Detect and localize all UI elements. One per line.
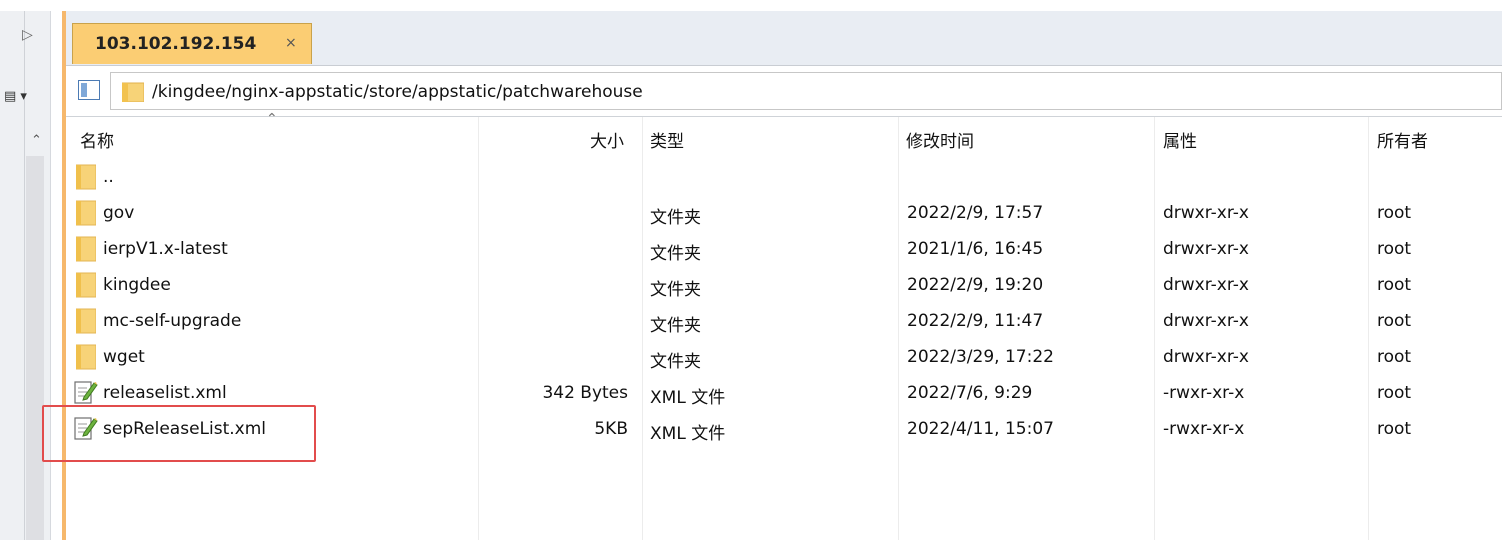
scroll-up-icon[interactable]: ⌃ — [31, 133, 42, 148]
tab-title: 103.102.192.154 — [95, 34, 257, 54]
folder-icon — [75, 200, 97, 230]
file-modified: 2022/7/6, 9:29 — [907, 383, 1033, 403]
sort-ascending-icon: ⌃ — [266, 111, 278, 127]
view-dropdown-icon[interactable]: ▤ ▾ — [4, 89, 27, 104]
file-attributes: drwxr-xr-x — [1163, 239, 1249, 259]
file-type: 文件夹 — [650, 208, 701, 228]
file-modified: 2022/2/9, 17:57 — [907, 203, 1044, 223]
path-text: /kingdee/nginx-appstatic/store/appstatic… — [152, 82, 643, 102]
file-modified: 2022/3/29, 17:22 — [907, 347, 1054, 367]
path-bar: /kingdee/nginx-appstatic/store/appstatic… — [66, 66, 1502, 117]
list-header: ⌃ 名称 大小 类型 修改时间 属性 所有者 — [66, 111, 1502, 157]
file-modified: 2022/4/11, 15:07 — [907, 419, 1054, 439]
file-owner: root — [1377, 383, 1412, 403]
file-owner: root — [1377, 203, 1412, 223]
file-attributes: drwxr-xr-x — [1163, 347, 1249, 367]
file-name: mc-self-upgrade — [103, 311, 242, 331]
file-type: 文件夹 — [650, 244, 701, 264]
file-type: 文件夹 — [650, 280, 701, 300]
highlight-box — [42, 405, 316, 462]
file-modified: 2021/1/6, 16:45 — [907, 239, 1044, 259]
file-size: 5KB — [594, 419, 628, 439]
file-attributes: -rwxr-xr-x — [1163, 383, 1245, 403]
file-name: releaselist.xml — [103, 383, 227, 403]
top-strip — [0, 0, 1502, 11]
tab-session[interactable]: 103.102.192.154 × — [72, 23, 312, 64]
file-row[interactable]: wget 文件夹 2022/3/29, 17:22 drwxr-xr-x root — [66, 340, 1502, 376]
file-attributes: drwxr-xr-x — [1163, 275, 1249, 295]
folder-icon — [75, 164, 97, 194]
column-header-attributes[interactable]: 属性 — [1163, 127, 1197, 152]
column-header-name[interactable]: 名称 — [80, 127, 114, 152]
file-attributes: -rwxr-xr-x — [1163, 419, 1245, 439]
file-name: kingdee — [103, 275, 171, 295]
file-name: wget — [103, 347, 145, 367]
folder-icon — [122, 82, 144, 102]
file-row[interactable]: .. — [66, 160, 1502, 196]
file-type: XML 文件 — [650, 388, 726, 408]
file-size: 342 Bytes — [542, 383, 628, 403]
folder-icon — [75, 236, 97, 266]
file-type: 文件夹 — [650, 352, 701, 372]
file-list: ⌃ 名称 大小 类型 修改时间 属性 所有者 .. gov 文件夹 2022/2/9,… — [66, 111, 1502, 540]
file-name: .. — [103, 167, 114, 187]
file-owner: root — [1377, 275, 1412, 295]
file-owner: root — [1377, 311, 1412, 331]
column-header-modified[interactable]: 修改时间 — [906, 127, 974, 152]
file-type: XML 文件 — [650, 424, 726, 444]
file-attributes: drwxr-xr-x — [1163, 203, 1249, 223]
file-modified: 2022/2/9, 11:47 — [907, 311, 1044, 331]
file-owner: root — [1377, 239, 1412, 259]
expand-arrow-icon[interactable]: ▷ — [22, 27, 33, 43]
folder-icon — [75, 272, 97, 302]
file-type: 文件夹 — [650, 316, 701, 336]
file-row[interactable]: ierpV1.x-latest 文件夹 2021/1/6, 16:45 drwxr-x… — [66, 232, 1502, 268]
panel-toggle-icon[interactable] — [78, 80, 100, 100]
file-attributes: drwxr-xr-x — [1163, 311, 1249, 331]
file-row[interactable]: gov 文件夹 2022/2/9, 17:57 drwxr-xr-x root — [66, 196, 1502, 232]
file-name: ierpV1.x-latest — [103, 239, 228, 259]
file-owner: root — [1377, 419, 1412, 439]
file-name: gov — [103, 203, 135, 223]
column-header-type[interactable]: 类型 — [650, 127, 684, 152]
file-row[interactable]: kingdee 文件夹 2022/2/9, 19:20 drwxr-xr-x root — [66, 268, 1502, 304]
folder-icon — [75, 308, 97, 338]
file-modified: 2022/2/9, 19:20 — [907, 275, 1044, 295]
file-owner: root — [1377, 347, 1412, 367]
file-row[interactable]: mc-self-upgrade 文件夹 2022/2/9, 11:47 drwxr-x… — [66, 304, 1502, 340]
folder-icon — [75, 344, 97, 374]
column-header-size[interactable]: 大小 — [590, 127, 624, 152]
close-icon[interactable]: × — [285, 35, 297, 51]
scrollbar[interactable] — [26, 156, 44, 540]
column-header-owner[interactable]: 所有者 — [1377, 127, 1428, 152]
